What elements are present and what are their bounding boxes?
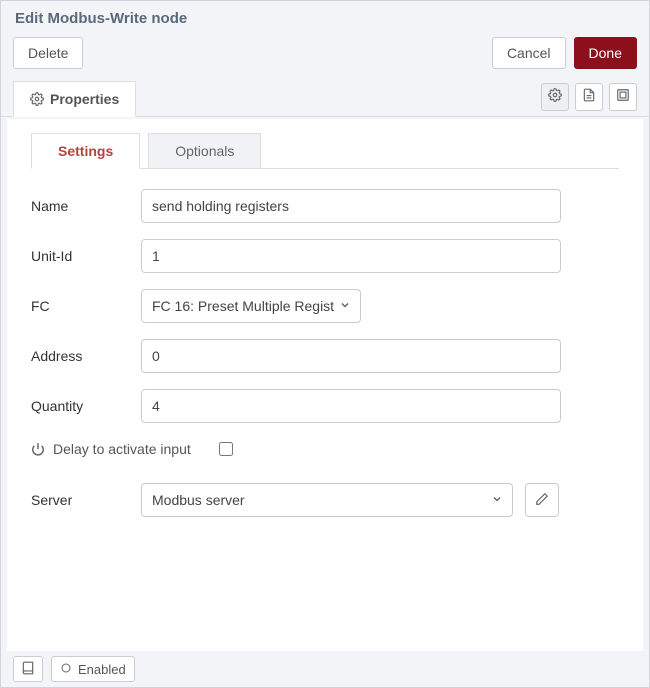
tab-settings[interactable]: Settings bbox=[31, 133, 140, 169]
delete-button[interactable]: Delete bbox=[13, 37, 83, 69]
properties-tab[interactable]: Properties bbox=[13, 81, 136, 117]
gear-icon bbox=[548, 88, 562, 105]
main-tab-row: Properties bbox=[1, 81, 649, 117]
description-icon-button[interactable] bbox=[575, 83, 603, 111]
unit-id-label: Unit-Id bbox=[31, 248, 141, 264]
fc-select[interactable]: FC 16: Preset Multiple Regist bbox=[141, 289, 361, 323]
address-label: Address bbox=[31, 348, 141, 364]
server-select-value: Modbus server bbox=[152, 492, 245, 508]
appearance-icon-button[interactable] bbox=[609, 83, 637, 111]
cancel-button[interactable]: Cancel bbox=[492, 37, 566, 69]
gear-icon bbox=[30, 92, 44, 106]
fc-select-value: FC 16: Preset Multiple Regist bbox=[152, 298, 334, 314]
properties-tab-label: Properties bbox=[50, 91, 119, 107]
quantity-input[interactable] bbox=[141, 389, 561, 423]
dialog-title: Edit Modbus-Write node bbox=[1, 1, 649, 33]
name-input[interactable] bbox=[141, 189, 561, 223]
footer-bar: Enabled bbox=[1, 651, 649, 687]
name-label: Name bbox=[31, 198, 141, 214]
server-select[interactable]: Modbus server bbox=[141, 483, 513, 517]
content-area: Settings Optionals Name Unit-Id FC FC 16… bbox=[7, 119, 643, 651]
quantity-label: Quantity bbox=[31, 398, 141, 414]
pencil-icon bbox=[535, 492, 549, 509]
address-input[interactable] bbox=[141, 339, 561, 373]
book-icon bbox=[21, 661, 35, 678]
delay-checkbox[interactable] bbox=[219, 442, 233, 456]
delay-label: Delay to activate input bbox=[53, 441, 191, 457]
document-icon bbox=[582, 88, 596, 105]
circle-icon bbox=[60, 662, 72, 677]
power-icon bbox=[31, 442, 45, 456]
settings-icon-button[interactable] bbox=[541, 83, 569, 111]
dialog-toolbar: Delete Cancel Done bbox=[1, 33, 649, 81]
unit-id-input[interactable] bbox=[141, 239, 561, 273]
done-button[interactable]: Done bbox=[574, 37, 637, 69]
enabled-label: Enabled bbox=[78, 662, 126, 677]
fc-label: FC bbox=[31, 298, 141, 314]
edit-server-button[interactable] bbox=[525, 483, 559, 517]
enabled-toggle[interactable]: Enabled bbox=[51, 656, 135, 682]
frame-icon bbox=[616, 88, 630, 105]
server-label: Server bbox=[31, 492, 141, 508]
docs-button[interactable] bbox=[13, 656, 43, 682]
subtab-row: Settings Optionals bbox=[31, 133, 619, 169]
tab-optionals[interactable]: Optionals bbox=[148, 133, 261, 169]
